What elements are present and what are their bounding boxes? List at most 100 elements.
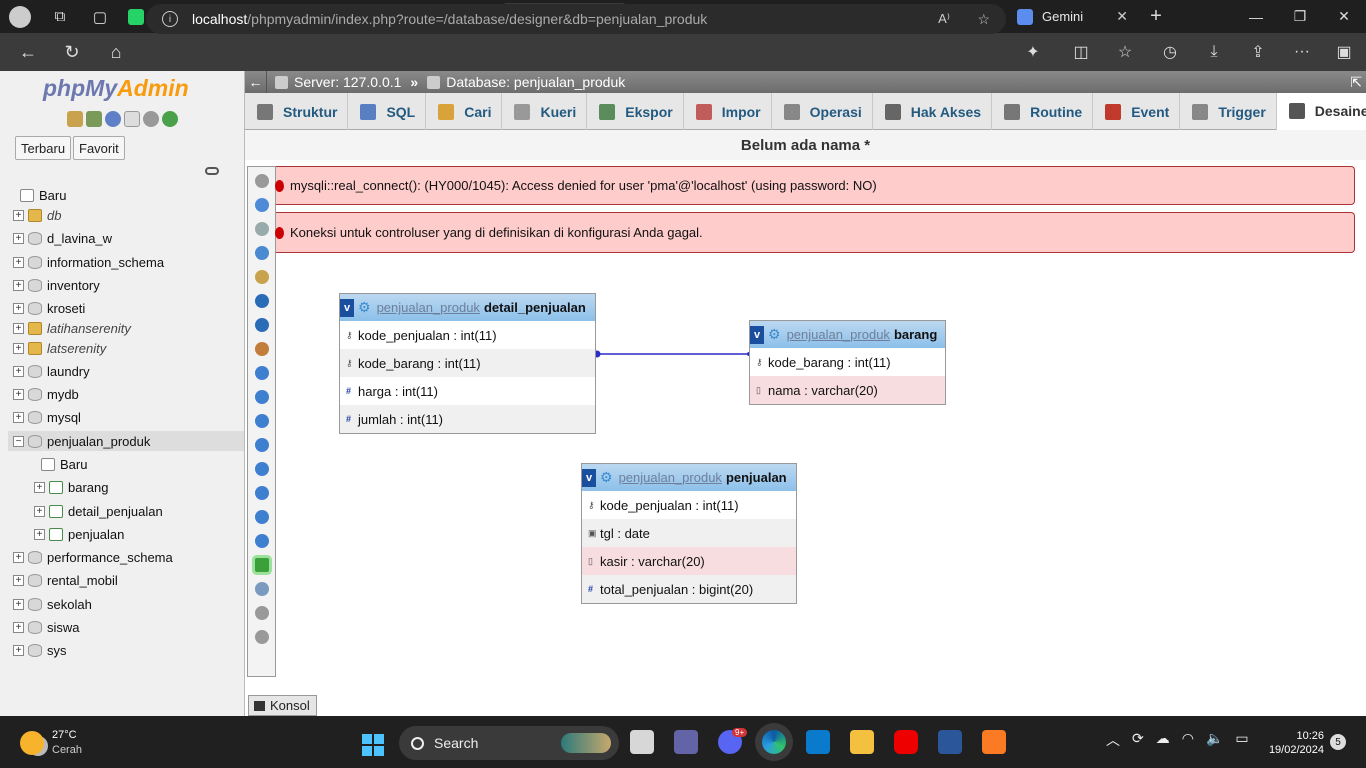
expand-icon[interactable]: + — [13, 644, 24, 656]
tree-item[interactable]: + performance_schema — [13, 547, 173, 567]
create-relation-icon[interactable] — [255, 366, 269, 380]
more-menu-icon[interactable]: ··· — [1282, 33, 1322, 71]
favorite-button[interactable]: Favorit — [73, 136, 125, 160]
er-table-detail-penjualan[interactable]: v ⚙ penjualan_produk detail_penjualan ⚷ kode_… — [339, 293, 596, 434]
toggle-small-big-icon[interactable] — [255, 510, 269, 524]
tree-item[interactable]: + barang — [34, 477, 108, 497]
tab-impor[interactable]: Impor — [684, 93, 772, 130]
youtube-icon[interactable] — [894, 730, 918, 754]
expand-icon[interactable]: + — [34, 528, 45, 540]
expand-icon[interactable]: + — [13, 232, 24, 244]
tree-item[interactable]: Baru — [41, 454, 87, 474]
tree-item[interactable]: + d_lavina_w — [13, 228, 112, 248]
open-page-icon[interactable] — [255, 294, 269, 308]
toggle-relation-lines-icon[interactable] — [255, 534, 269, 548]
tab-hak-akses[interactable]: Hak Akses — [873, 93, 993, 130]
move-menu-icon[interactable] — [255, 582, 269, 596]
settings-icon[interactable] — [143, 111, 159, 127]
delete-page-icon[interactable] — [255, 318, 269, 332]
expand-icon[interactable]: + — [13, 621, 24, 633]
collapse-icon[interactable]: − — [13, 435, 24, 447]
tree-item[interactable]: − penjualan_produk — [8, 431, 244, 451]
profile-avatar-icon[interactable] — [0, 0, 40, 33]
tab-desainer[interactable]: Desainer — [1276, 93, 1366, 130]
er-column-row[interactable]: # harga : int(11) — [340, 377, 595, 405]
reload-nav-icon[interactable] — [162, 111, 178, 127]
sync-icon[interactable]: ⟳ — [1132, 730, 1144, 750]
tree-item[interactable]: + rental_mobil — [13, 570, 118, 590]
clock[interactable]: 10:26 19/02/2024 — [1262, 729, 1324, 757]
er-column-row[interactable]: ⚷ kode_barang : int(11) — [340, 349, 595, 377]
taskbar-search[interactable]: Search — [399, 726, 619, 760]
er-table-header[interactable]: v ⚙ penjualan_produk detail_penjualan — [340, 294, 595, 321]
start-icon[interactable] — [362, 734, 384, 756]
tab-routine[interactable]: Routine — [992, 93, 1094, 130]
tab-sql[interactable]: SQL — [348, 93, 427, 130]
recent-button[interactable]: Terbaru — [15, 136, 72, 160]
er-column-row[interactable]: ⚷ kode_penjualan : int(11) — [582, 491, 796, 519]
er-column-row[interactable]: # jumlah : int(11) — [340, 405, 595, 433]
er-table-barang[interactable]: v ⚙ penjualan_produk barang ⚷ kode_barang : i… — [749, 320, 946, 405]
angular-links-icon[interactable] — [255, 438, 269, 452]
tree-item[interactable]: + latserenity — [13, 338, 106, 358]
link-with-main-icon[interactable] — [205, 167, 219, 175]
er-column-row[interactable]: ⚷ kode_penjualan : int(11) — [340, 321, 595, 349]
tab-struktur[interactable]: Struktur — [245, 93, 349, 130]
file-explorer-icon[interactable] — [850, 730, 874, 754]
home-icon[interactable]: ⌂ — [94, 33, 138, 71]
tree-item[interactable]: + penjualan — [34, 524, 124, 544]
logout-icon[interactable] — [86, 111, 102, 127]
task-view-icon[interactable] — [630, 730, 654, 754]
split-screen-icon[interactable]: ◫ — [1061, 33, 1101, 71]
reload-icon[interactable] — [255, 390, 269, 404]
wifi-icon[interactable]: ◠ — [1182, 730, 1194, 750]
tree-item[interactable]: + sys — [13, 640, 67, 660]
back-icon[interactable]: ← — [6, 33, 50, 71]
onedrive-icon[interactable]: ☁ — [1156, 730, 1170, 750]
expand-icon[interactable]: + — [34, 505, 45, 517]
expand-icon[interactable]: + — [13, 551, 24, 563]
battery-icon[interactable]: ▭ — [1235, 730, 1248, 750]
tree-item[interactable]: Baru — [20, 185, 66, 205]
expand-icon[interactable]: + — [13, 574, 24, 586]
favorites-icon[interactable]: ☆ — [1105, 33, 1145, 71]
expand-icon[interactable]: + — [13, 365, 24, 377]
vscode-icon[interactable] — [806, 730, 830, 754]
tray-chevron-icon[interactable]: ︿ — [1106, 730, 1120, 750]
fullscreen-icon[interactable]: ⇱ — [1350, 74, 1362, 91]
expand-icon[interactable]: + — [13, 598, 24, 610]
console-button[interactable]: Konsol — [248, 695, 317, 716]
er-column-row[interactable]: ▣ tgl : date — [582, 519, 796, 547]
snap-to-grid-icon[interactable] — [255, 462, 269, 476]
er-table-header[interactable]: v ⚙ penjualan_produk barang — [750, 321, 945, 348]
workspaces-icon[interactable]: ⧉ — [40, 0, 80, 33]
url-bar[interactable]: i localhost/phpmyadmin/index.php?route=/… — [146, 4, 1006, 34]
pma-logo[interactable]: phpMyAdmin — [43, 75, 189, 102]
er-table-header[interactable]: v ⚙ penjualan_produk penjualan — [582, 464, 796, 491]
expand-icon[interactable]: + — [13, 342, 24, 354]
tab-kueri[interactable]: Kueri — [502, 93, 588, 130]
table-options-gear-icon[interactable]: ⚙ — [358, 299, 371, 316]
tree-item[interactable]: + information_schema — [13, 252, 164, 272]
tree-item[interactable]: + mysql — [13, 407, 81, 427]
downloads-icon[interactable]: ⤓ — [1194, 33, 1234, 71]
expand-icon[interactable]: + — [13, 322, 24, 334]
help-icon[interactable] — [105, 111, 121, 127]
share-icon[interactable]: ⇪ — [1238, 33, 1278, 71]
table-options-gear-icon[interactable]: ⚙ — [768, 326, 781, 343]
tree-item[interactable]: + detail_penjualan — [34, 501, 163, 521]
tree-item[interactable]: + mydb — [13, 384, 79, 404]
small-big-all-icon[interactable] — [255, 486, 269, 500]
er-column-row[interactable]: ▯ nama : varchar(20) — [750, 376, 945, 404]
collapse-nav-icon[interactable]: ← — [245, 71, 267, 93]
expand-icon[interactable]: + — [13, 209, 24, 221]
tree-item[interactable]: + sekolah — [13, 594, 92, 614]
expand-icon[interactable]: + — [13, 256, 24, 268]
tree-item[interactable]: + latihanserenity — [13, 318, 131, 338]
history-icon[interactable]: ◷ — [1150, 33, 1190, 71]
toggle-columns-icon[interactable]: v — [340, 298, 354, 317]
minimize-icon[interactable]: — — [1234, 0, 1278, 33]
new-tab-icon[interactable]: + — [1136, 0, 1176, 33]
tab-cari[interactable]: Cari — [426, 93, 503, 130]
edge-icon[interactable] — [762, 730, 786, 754]
